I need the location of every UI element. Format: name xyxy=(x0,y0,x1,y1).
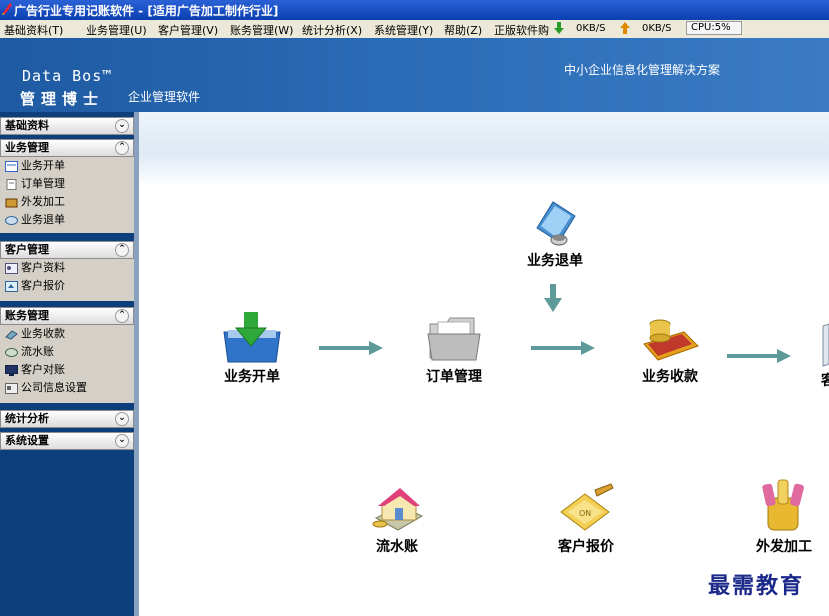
flow-return-order[interactable]: 业务退单 xyxy=(515,198,595,270)
section-header-customer[interactable]: 客户管理 ⌃ xyxy=(0,241,134,259)
monitor-icon xyxy=(5,364,18,376)
window-title: 广告行业专用记账软件 - [适用广告加工制作行业] xyxy=(14,4,279,18)
sidebar-item-company-settings[interactable]: 公司信息设置 xyxy=(0,379,134,397)
menu-statistics[interactable]: 统计分析(X) xyxy=(302,22,362,38)
flow-new-order[interactable]: 业务开单 xyxy=(207,310,297,386)
settings-card-icon xyxy=(5,382,18,394)
return-order-icon xyxy=(536,201,576,246)
flow-next-partial[interactable]: 客 xyxy=(821,320,829,390)
download-arrow-icon xyxy=(554,22,564,34)
section-header-system[interactable]: 系统设置 ⌄ xyxy=(0,432,134,450)
form-icon xyxy=(5,160,18,172)
sidebar-item-return-order[interactable]: 业务退单 xyxy=(0,211,134,229)
expand-icon[interactable]: ⌄ xyxy=(115,412,129,426)
sidebar-item-reconciliation[interactable]: 客户对账 xyxy=(0,361,134,379)
new-order-icon xyxy=(223,312,281,363)
section-title: 系统设置 xyxy=(5,434,49,447)
sidebar-item-new-order[interactable]: 业务开单 xyxy=(0,157,134,175)
ledger-icon xyxy=(5,347,18,357)
contact-card-icon xyxy=(5,262,18,274)
upload-arrow-icon xyxy=(620,22,630,34)
brand-name: 管理博士 xyxy=(20,90,105,108)
quote-note-icon: ON xyxy=(560,483,614,531)
flow-label: 客户报价 xyxy=(558,539,614,555)
payment-icon xyxy=(5,329,18,340)
expand-icon[interactable]: ⌄ xyxy=(115,119,129,133)
header-slogan: 中小企业信息化管理解决方案 xyxy=(564,63,721,77)
payment-icon xyxy=(643,319,699,361)
upload-rate: 0KB/S xyxy=(642,23,672,34)
folder-icon xyxy=(427,317,481,361)
menu-accounts[interactable]: 账务管理(W) xyxy=(230,22,293,38)
content-banner xyxy=(139,112,829,186)
menu-basic-data[interactable]: 基础资料(T) xyxy=(4,22,63,38)
menu-buy[interactable]: 正版软件购 xyxy=(494,22,549,38)
section-header-basic-data[interactable]: 基础资料 ⌄ xyxy=(0,117,134,135)
cpu-indicator: CPU:5% xyxy=(686,21,742,35)
section-business: 业务管理 ⌃ 业务开单 订单管理 外发加工 业务退单 xyxy=(0,139,134,233)
header-banner: Data Bos™ 管理博士 企业管理软件 中小企业信息化管理解决方案 xyxy=(0,38,829,112)
quote-icon xyxy=(5,280,18,292)
brand-logo: Data Bos™ xyxy=(22,67,113,85)
right-arrow-icon xyxy=(727,349,791,363)
sidebar-item-journal[interactable]: 流水账 xyxy=(0,343,134,361)
flow-label: 外发加工 xyxy=(756,539,812,555)
menu-help[interactable]: 帮助(Z) xyxy=(444,22,482,38)
document-icon xyxy=(6,178,17,190)
flow-label: 订单管理 xyxy=(426,369,482,385)
sidebar: 基础资料 ⌄ 业务管理 ⌃ 业务开单 订单管理 外发加工 业务退单 客户管理 ⌃… xyxy=(0,112,134,616)
flow-quote[interactable]: ON 客户报价 xyxy=(541,482,631,556)
package-icon xyxy=(5,198,18,207)
house-money-icon xyxy=(372,488,424,531)
section-header-accounts[interactable]: 账务管理 ⌃ xyxy=(0,307,134,325)
partial-node-icon xyxy=(822,323,829,367)
flow-journal[interactable]: 流水账 xyxy=(357,482,437,556)
flow-label: 流水账 xyxy=(376,539,418,555)
watermark: 最需教育 xyxy=(708,573,805,599)
flow-label: 业务退单 xyxy=(527,253,583,269)
menu-business[interactable]: 业务管理(U) xyxy=(86,22,147,38)
collapse-icon[interactable]: ⌃ xyxy=(115,243,129,257)
flow-label: 业务收款 xyxy=(642,369,698,385)
section-title: 客户管理 xyxy=(5,243,49,256)
section-system: 系统设置 ⌄ xyxy=(0,432,134,450)
section-title: 业务管理 xyxy=(5,141,49,154)
svg-text:ON: ON xyxy=(579,509,591,518)
scrolls-icon xyxy=(762,479,804,531)
section-header-business[interactable]: 业务管理 ⌃ xyxy=(0,139,134,157)
flow-receipt[interactable]: 业务收款 xyxy=(625,308,715,386)
sidebar-item-receipt[interactable]: 业务收款 xyxy=(0,325,134,343)
flow-outsource[interactable]: 外发加工 xyxy=(739,478,829,556)
expand-icon[interactable]: ⌄ xyxy=(115,434,129,448)
flow-order-mgmt[interactable]: 订单管理 xyxy=(409,312,499,386)
section-header-statistics[interactable]: 统计分析 ⌄ xyxy=(0,410,134,428)
right-arrow-icon xyxy=(531,341,595,355)
section-title: 账务管理 xyxy=(5,309,49,322)
sidebar-item-order-mgmt[interactable]: 订单管理 xyxy=(0,175,134,193)
menu-customer[interactable]: 客户管理(V) xyxy=(158,22,218,38)
header-subtitle: 企业管理软件 xyxy=(128,90,201,104)
section-title: 统计分析 xyxy=(5,412,49,425)
menu-system[interactable]: 系统管理(Y) xyxy=(374,22,433,38)
sidebar-item-outsource[interactable]: 外发加工 xyxy=(0,193,134,211)
return-icon xyxy=(5,215,18,225)
download-rate: 0KB/S xyxy=(576,23,606,34)
collapse-icon[interactable]: ⌃ xyxy=(115,309,129,323)
menu-bar: 基础资料(T) 业务管理(U) 客户管理(V) 账务管理(W) 统计分析(X) … xyxy=(0,20,829,39)
flow-label: 业务开单 xyxy=(224,369,280,385)
sidebar-item-customer-quote[interactable]: 客户报价 xyxy=(0,277,134,295)
flow-label: 客 xyxy=(821,373,829,389)
main-panel: 业务退单 业务开单 订单管理 业务收款 客 流水账 ON 客户报价 外发加工 xyxy=(134,112,829,616)
collapse-icon[interactable]: ⌃ xyxy=(115,141,129,155)
section-title: 基础资料 xyxy=(5,119,49,132)
section-basic-data: 基础资料 ⌄ xyxy=(0,117,134,135)
sidebar-item-customer-info[interactable]: 客户资料 xyxy=(0,259,134,277)
title-bar: 广告行业专用记账软件 - [适用广告加工制作行业] xyxy=(0,0,829,20)
down-arrow-icon xyxy=(544,284,562,312)
section-statistics: 统计分析 ⌄ xyxy=(0,410,134,428)
section-customer: 客户管理 ⌃ 客户资料 客户报价 xyxy=(0,241,134,301)
section-accounts: 账务管理 ⌃ 业务收款 流水账 客户对账 公司信息设置 xyxy=(0,307,134,403)
right-arrow-icon xyxy=(319,341,383,355)
